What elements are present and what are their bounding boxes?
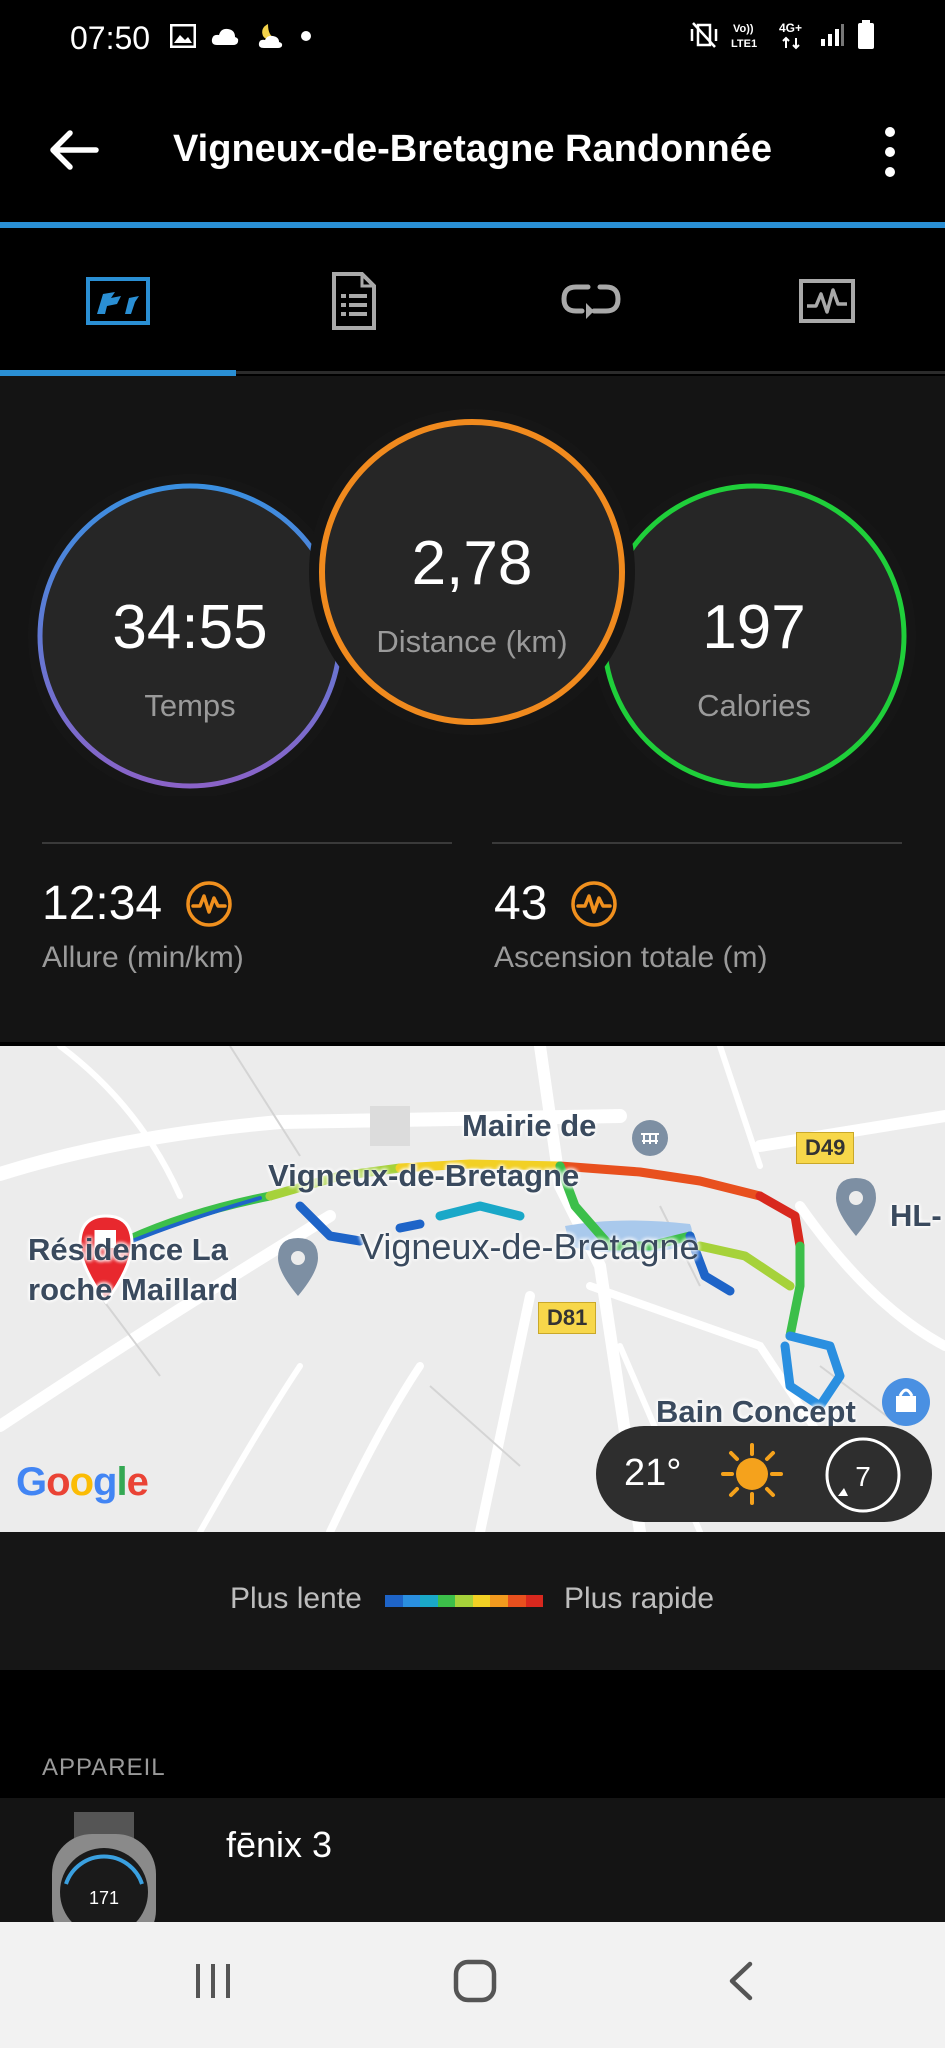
place-label-bakery: Bain Concept [656,1394,856,1429]
ascent-stat[interactable]: 43 Ascension totale (m) [494,876,767,975]
ascent-label: Ascension totale (m) [494,941,768,974]
status-bar: 07:50 Vo)) LTE1 4G+ [0,0,945,80]
device-section-label: APPAREIL [42,1754,166,1781]
signal-icon [821,24,844,46]
stats-panel: 34:55 Temps 2,78 Distance (km) 197 Calor… [0,376,945,1042]
legend-color-bar [385,1595,544,1607]
tab-divider [236,371,945,374]
svg-text:4G+: 4G+ [779,21,802,35]
speed-legend: Plus lente Plus rapide [0,1532,945,1670]
4g-icon: 4G+ [779,21,802,50]
tab-bar [0,228,945,374]
tab-details[interactable] [236,228,472,374]
calories-value: 197 [702,593,806,662]
moon-cloud-icon [258,24,283,48]
svg-text:LTE1: LTE1 [731,38,757,50]
google-logo: Google [16,1460,149,1504]
calories-label: Calories [697,688,811,723]
mute-vibrate-icon [690,22,718,48]
activity-wave-icon [185,880,232,927]
tab-summary[interactable] [0,228,236,374]
home-icon[interactable] [452,1956,498,2006]
laps-icon [561,284,621,319]
poi-pin [632,1120,668,1156]
pace-value: 12:34 [42,877,163,930]
wind-speed: 7 [855,1461,871,1492]
device-name: fēnix 3 [226,1824,333,1865]
device-section-header: APPAREIL [0,1670,945,1798]
road-label-d81: D81 [538,1302,597,1334]
shop-pin [882,1378,930,1426]
svg-text:Vo)): Vo)) [733,23,754,35]
place-label-mairie: Mairie de [462,1108,597,1143]
device-row[interactable]: 171 fēnix 3 [0,1798,945,1922]
svg-text:171: 171 [89,1888,119,1908]
place-label-residence-2: roche Maillard [28,1272,239,1307]
road-label-d49: D49 [796,1132,855,1164]
details-icon [332,272,377,330]
app-bar: Vigneux-de-Bretagne Randonnée [0,80,945,222]
legend-fast-label: Plus rapide [564,1582,715,1615]
wind-dial-icon: 7 [825,1437,901,1513]
town-label: Vigneux-de-Bretagne [360,1226,700,1267]
back-icon[interactable] [718,1956,764,2006]
page-title: Vigneux-de-Bretagne Randonnée [173,128,772,170]
weather-badge[interactable]: 21° 7 [596,1426,932,1522]
summary-icon [86,277,151,325]
pace-label: Allure (min/km) [42,941,244,974]
weather-temperature: 21° [624,1452,682,1494]
place-label-hl: HL- [890,1198,942,1233]
ascent-value: 43 [494,877,548,930]
system-nav-bar [0,1922,945,2048]
charts-icon [798,279,855,323]
tab-laps[interactable] [473,228,709,374]
place-label-mairie-2: Vigneux-de-Bretagne [268,1158,580,1193]
distance-label: Distance (km) [376,624,568,659]
pace-stat[interactable]: 12:34 Allure (min/km) [42,876,244,975]
image-icon [170,24,196,48]
volte-icon: Vo)) LTE1 [731,23,757,50]
recent-apps-icon[interactable] [190,1956,236,2006]
status-time: 07:50 [70,20,151,56]
dot-icon [301,31,311,41]
activity-wave-icon [571,880,617,927]
cloud-icon [211,28,239,45]
tab-charts[interactable] [709,228,945,374]
divider [492,842,902,844]
legend-slow-label: Plus lente [230,1582,362,1615]
watch-icon: 171 [52,1812,156,1922]
time-label: Temps [144,688,236,723]
sun-icon [721,1443,783,1505]
distance-value: 2,78 [411,529,533,598]
more-options-icon[interactable] [875,122,905,182]
place-label-residence: Résidence La [28,1232,228,1267]
time-value: 34:55 [112,593,268,662]
battery-icon [858,20,874,49]
divider [42,842,452,844]
